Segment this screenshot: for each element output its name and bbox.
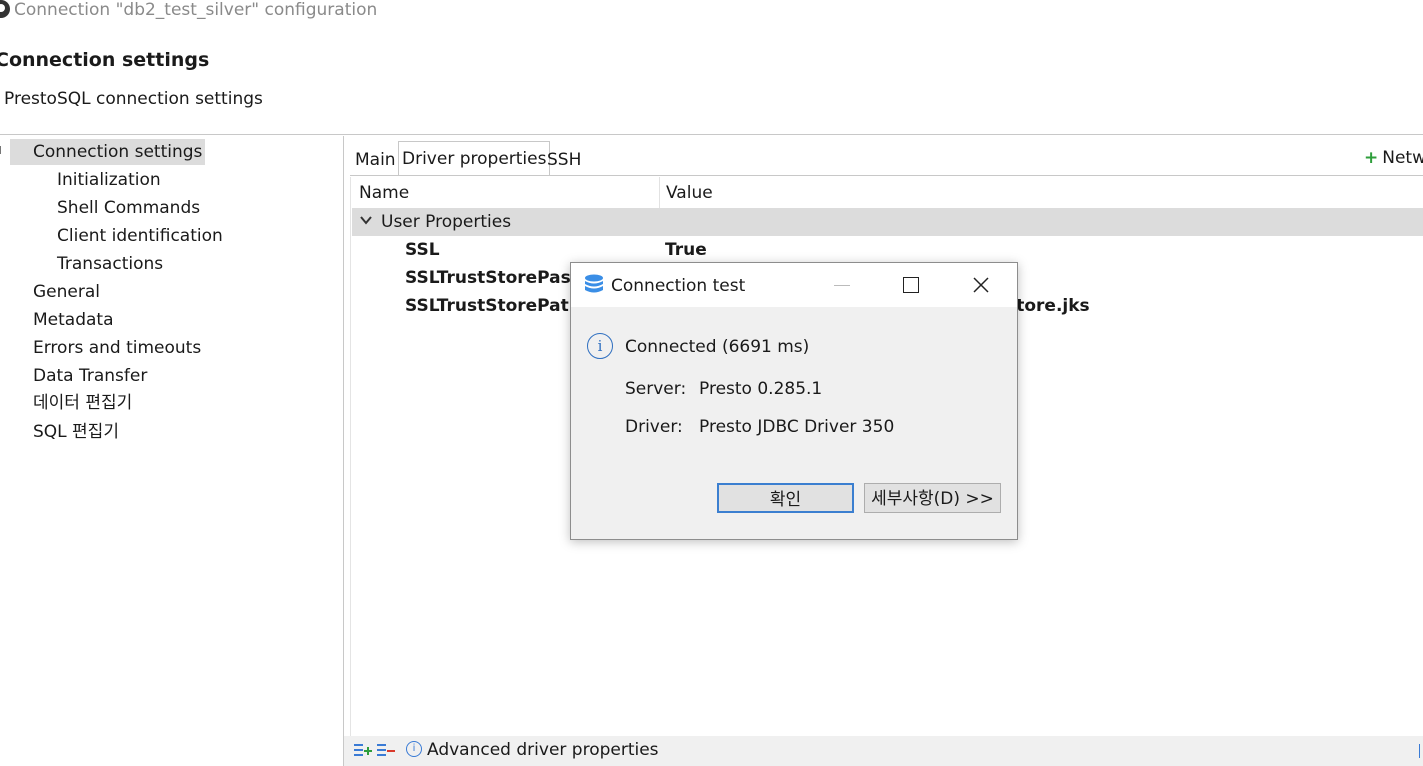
nav-item-data-transfer[interactable]: Data Transfer: [33, 363, 147, 389]
nav-item-transactions[interactable]: Transactions: [57, 251, 163, 277]
settings-nav-tree: Connection settings Initialization Shell…: [0, 136, 343, 766]
nav-item-general[interactable]: General: [33, 279, 100, 305]
driver-value: Presto JDBC Driver 350: [699, 417, 895, 437]
table-row[interactable]: SSL True: [352, 236, 1423, 264]
server-value: Presto 0.285.1: [699, 379, 823, 399]
server-label: Server:: [625, 379, 687, 399]
nav-item-metadata[interactable]: Metadata: [33, 307, 114, 333]
app-icon: [0, 0, 10, 18]
chevron-down-icon[interactable]: [360, 214, 372, 226]
property-name: SSLTrustStorePassw: [405, 268, 597, 288]
remove-property-icon[interactable]: [377, 742, 395, 758]
footer-edge: [1419, 744, 1423, 758]
connection-status: Connected (6691 ms): [625, 337, 810, 357]
table-border: [350, 177, 351, 737]
nav-item-client-identification[interactable]: Client identification: [57, 223, 223, 249]
panel-divider[interactable]: [343, 136, 344, 766]
plus-icon: +: [1364, 148, 1379, 168]
group-row-user-properties[interactable]: User Properties: [352, 208, 1423, 236]
column-divider[interactable]: [659, 177, 660, 208]
property-name: SSL: [405, 240, 440, 260]
nav-item-initialization[interactable]: Initialization: [57, 167, 161, 193]
column-header-name[interactable]: Name: [359, 177, 409, 208]
advanced-properties-label: Advanced driver properties: [427, 740, 659, 760]
page-subtitle: PrestoSQL connection settings: [4, 89, 263, 109]
header-divider: [0, 134, 1423, 135]
add-property-icon[interactable]: [354, 742, 372, 758]
network-config-button[interactable]: + Netw: [1364, 148, 1423, 168]
connection-test-dialog: Connection test i Connected (6691 ms) Se…: [570, 262, 1018, 540]
driver-label: Driver:: [625, 417, 683, 437]
property-value[interactable]: True: [665, 236, 707, 264]
info-icon: i: [406, 741, 422, 757]
network-config-label: Netw: [1382, 148, 1423, 168]
tree-expander-icon[interactable]: [0, 146, 5, 154]
nav-item-data-editor[interactable]: 데이터 편집기: [33, 390, 132, 416]
tab-ssh[interactable]: SSH: [544, 143, 584, 175]
nav-item-sql-editor[interactable]: SQL 편집기: [33, 419, 119, 445]
property-name: SSLTrustStorePath: [405, 296, 581, 316]
maximize-icon[interactable]: [903, 277, 919, 293]
minimize-icon[interactable]: [834, 285, 850, 286]
table-footer-toolbar: i Advanced driver properties: [344, 736, 1423, 766]
nav-item-shell-commands[interactable]: Shell Commands: [57, 195, 200, 221]
window-title: Connection "db2_test_silver" configurati…: [0, 0, 377, 24]
table-header: Name Value: [352, 177, 1423, 208]
tab-main[interactable]: Main: [352, 143, 399, 175]
window-title-text: Connection "db2_test_silver" configurati…: [14, 0, 378, 20]
nav-item-errors-timeouts[interactable]: Errors and timeouts: [33, 335, 201, 361]
details-button[interactable]: 세부사항(D) >>: [864, 483, 1001, 513]
column-header-value[interactable]: Value: [666, 177, 713, 208]
info-icon: i: [587, 333, 613, 359]
page-title: Connection settings: [0, 49, 210, 71]
dialog-titlebar[interactable]: Connection test: [571, 263, 1017, 307]
dialog-title: Connection test: [611, 276, 746, 296]
group-label: User Properties: [381, 212, 512, 232]
ok-button[interactable]: 확인: [717, 483, 854, 513]
database-icon: [585, 274, 603, 293]
tab-driver-properties[interactable]: Driver properties: [398, 141, 551, 176]
nav-item-connection-settings[interactable]: Connection settings: [10, 139, 206, 165]
tab-divider: [350, 175, 1423, 176]
close-icon[interactable]: [969, 273, 993, 297]
